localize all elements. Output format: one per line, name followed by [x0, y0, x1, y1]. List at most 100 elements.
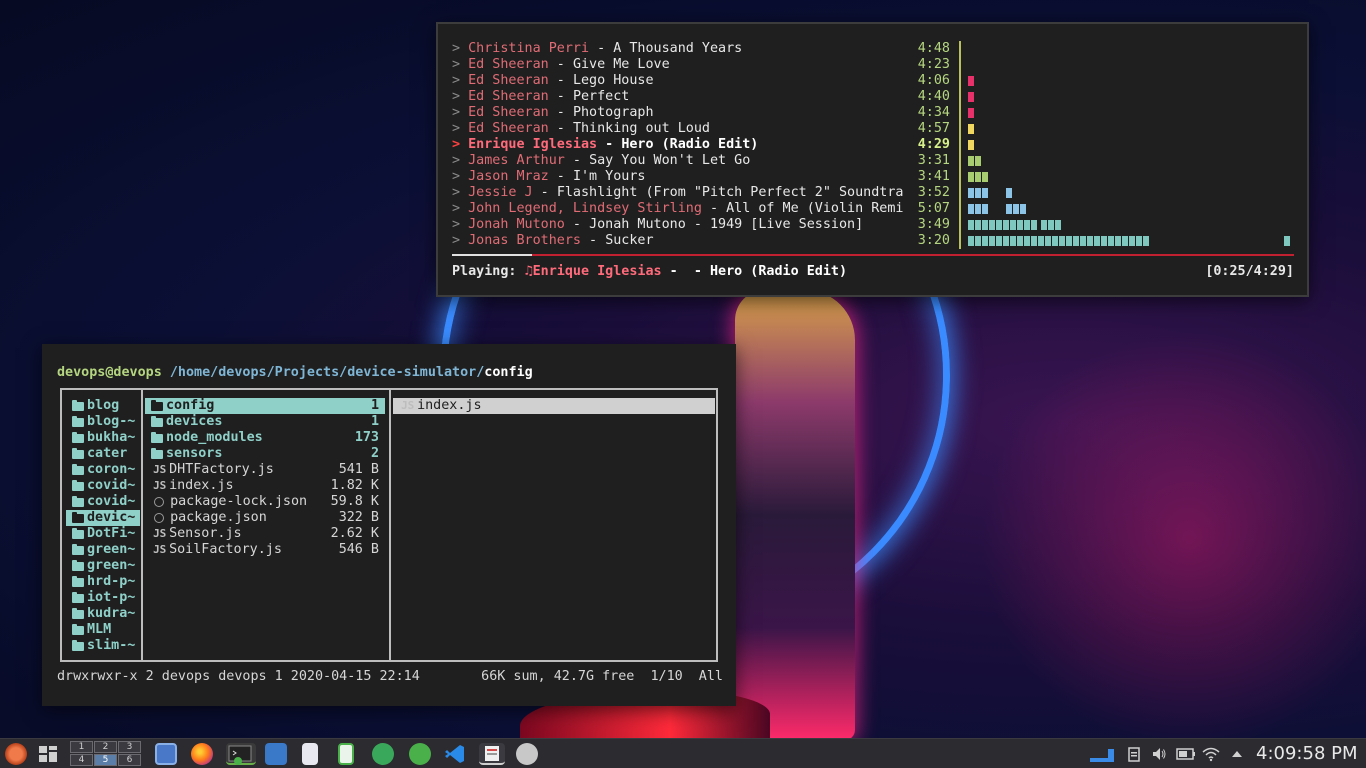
- entry-size: 541 B: [338, 462, 379, 477]
- pane-divider: [141, 390, 143, 660]
- now-playing-artist: Enrique Iglesias: [532, 264, 662, 279]
- current-directory-pane[interactable]: config 1 devices 1 node_modules 173 sensors 2 J…: [145, 398, 385, 558]
- file-entry[interactable]: config 1: [145, 398, 385, 414]
- track-row[interactable]: > John Legend, Lindsey Stirling - All of…: [452, 201, 942, 217]
- preview-pane[interactable]: JS index.js: [393, 398, 715, 414]
- track-row[interactable]: > Jonas Brothers - Sucker: [452, 233, 942, 249]
- preview-entry[interactable]: JS index.js: [393, 398, 715, 414]
- track-caret: >: [452, 233, 469, 248]
- virtual-desktop-pager[interactable]: 123 456: [70, 740, 146, 768]
- pager-desktop-2[interactable]: 2: [94, 741, 117, 753]
- file-entry[interactable]: devices 1: [145, 414, 385, 430]
- parent-dir-item[interactable]: blog: [66, 398, 140, 414]
- folder-icon: [72, 416, 84, 427]
- clipboard-icon[interactable]: [1126, 746, 1142, 762]
- track-row[interactable]: > Ed Sheeran - Photograph: [452, 105, 942, 121]
- pager-desktop-5[interactable]: 5: [94, 754, 117, 766]
- file-manager-window[interactable]: devops@devops /home/devops/Projects/devi…: [42, 344, 736, 706]
- track-row[interactable]: > Ed Sheeran - Thinking out Loud: [452, 121, 942, 137]
- music-player-window[interactable]: > Christina Perri - A Thousand Years > Ed…: [436, 22, 1309, 297]
- pager-desktop-1[interactable]: 1: [70, 741, 93, 753]
- track-row[interactable]: > Jonah Mutono - Jonah Mutono - 1949 [Li…: [452, 217, 942, 233]
- track-row[interactable]: > Ed Sheeran - Lego House: [452, 73, 942, 89]
- volume-icon[interactable]: [1151, 746, 1167, 762]
- avatar-icon[interactable]: [516, 743, 538, 765]
- file-entry[interactable]: JS DHTFactory.js 541 B: [145, 462, 385, 478]
- file-entry[interactable]: JS index.js 1.82 K: [145, 478, 385, 494]
- parent-dir-item[interactable]: DotFi~: [66, 526, 140, 542]
- expand-tray-icon[interactable]: [1229, 746, 1245, 762]
- parent-dir-item[interactable]: MLM: [66, 622, 140, 638]
- track-caret: >: [452, 153, 469, 168]
- parent-dir-item[interactable]: coron~: [66, 462, 140, 478]
- parent-dir-item[interactable]: cater: [66, 446, 140, 462]
- network-graph-icon[interactable]: [1090, 746, 1114, 762]
- track-row[interactable]: > Ed Sheeran - Perfect: [452, 89, 942, 105]
- window-icon[interactable]: [155, 743, 177, 765]
- file-entry[interactable]: JS SoilFactory.js 546 B: [145, 542, 385, 558]
- visualizer-row: [964, 185, 1294, 201]
- parent-dir-item[interactable]: slim-~: [66, 638, 140, 654]
- parent-dir-item[interactable]: iot-p~: [66, 590, 140, 606]
- path-leaf: config: [484, 365, 533, 380]
- parent-dir-item[interactable]: green~: [66, 558, 140, 574]
- track-title: Hero (Radio Edit): [621, 137, 759, 152]
- track-artist: James Arthur: [468, 153, 565, 168]
- overview-icon[interactable]: [37, 743, 59, 765]
- visualizer-row: [964, 41, 1294, 57]
- parent-dir-item[interactable]: covid~: [66, 478, 140, 494]
- document-icon[interactable]: [302, 743, 318, 765]
- track-row[interactable]: > Ed Sheeran - Give Me Love: [452, 57, 942, 73]
- track-artist: Ed Sheeran: [468, 57, 549, 72]
- dir-name: slim-~: [87, 638, 136, 653]
- android-studio-icon[interactable]: [372, 743, 394, 765]
- parent-dir-item[interactable]: blog-~: [66, 414, 140, 430]
- track-caret: >: [452, 217, 469, 232]
- vscode-icon[interactable]: [444, 743, 466, 765]
- parent-dir-item[interactable]: kudra~: [66, 606, 140, 622]
- track-row[interactable]: > Jessie J - Flashlight (From "Pitch Per…: [452, 185, 942, 201]
- battery-icon[interactable]: [1176, 746, 1196, 762]
- file-entry[interactable]: node_modules 173: [145, 430, 385, 446]
- folder-icon: [151, 400, 163, 411]
- wifi-icon[interactable]: [1202, 746, 1220, 762]
- pager-desktop-4[interactable]: 4: [70, 754, 93, 766]
- parent-dir-item[interactable]: devic~: [66, 510, 140, 526]
- firefox-icon[interactable]: [191, 743, 213, 765]
- track-row[interactable]: > Christina Perri - A Thousand Years: [452, 41, 942, 57]
- visualizer-bar: [982, 172, 988, 182]
- terminal-icon[interactable]: [226, 743, 256, 765]
- pager-desktop-6[interactable]: 6: [118, 754, 141, 766]
- visualizer-bar: [968, 172, 974, 182]
- pager-desktop-3[interactable]: 3: [118, 741, 141, 753]
- qt-creator-icon[interactable]: [409, 743, 431, 765]
- store-icon[interactable]: [265, 743, 287, 765]
- parent-dir-item[interactable]: covid~: [66, 494, 140, 510]
- file-entry[interactable]: package-lock.json 59.8 K: [145, 494, 385, 510]
- file-entry[interactable]: package.json 322 B: [145, 510, 385, 526]
- parent-directory-pane[interactable]: blog blog-~ bukha~ cater coron~ covid~ covid~ d…: [66, 398, 140, 654]
- app-menu-icon[interactable]: [5, 743, 27, 765]
- visualizer-bar: [968, 156, 974, 166]
- parent-dir-item[interactable]: bukha~: [66, 430, 140, 446]
- entry-name: index.js: [169, 478, 234, 493]
- track-list[interactable]: > Christina Perri - A Thousand Years > Ed…: [452, 41, 942, 249]
- file-entry[interactable]: JS Sensor.js 2.62 K: [145, 526, 385, 542]
- track-row[interactable]: > James Arthur - Say You Won't Let Go: [452, 153, 942, 169]
- visualizer-bar: [1003, 220, 1009, 230]
- parent-dir-item[interactable]: hrd-p~: [66, 574, 140, 590]
- folder-icon: [72, 608, 84, 619]
- reader-icon[interactable]: [479, 743, 505, 765]
- track-durations: 4:48 4:23 4:06 4:40 4:34 4:57 4:29 3:31 3:41 3:52…: [900, 41, 950, 249]
- spreadsheet-icon[interactable]: [338, 743, 354, 765]
- visualizer-bar: [1045, 236, 1051, 246]
- track-duration: 3:49: [917, 217, 950, 232]
- track-row[interactable]: > Enrique Iglesias - Hero (Radio Edit): [452, 137, 942, 153]
- clock[interactable]: 4:09:58 PM: [1256, 742, 1358, 766]
- parent-dir-item[interactable]: green~: [66, 542, 140, 558]
- track-duration: 4:06: [917, 73, 950, 88]
- track-row[interactable]: > Jason Mraz - I'm Yours: [452, 169, 942, 185]
- dir-name: MLM: [87, 622, 112, 637]
- file-entry[interactable]: sensors 2: [145, 446, 385, 462]
